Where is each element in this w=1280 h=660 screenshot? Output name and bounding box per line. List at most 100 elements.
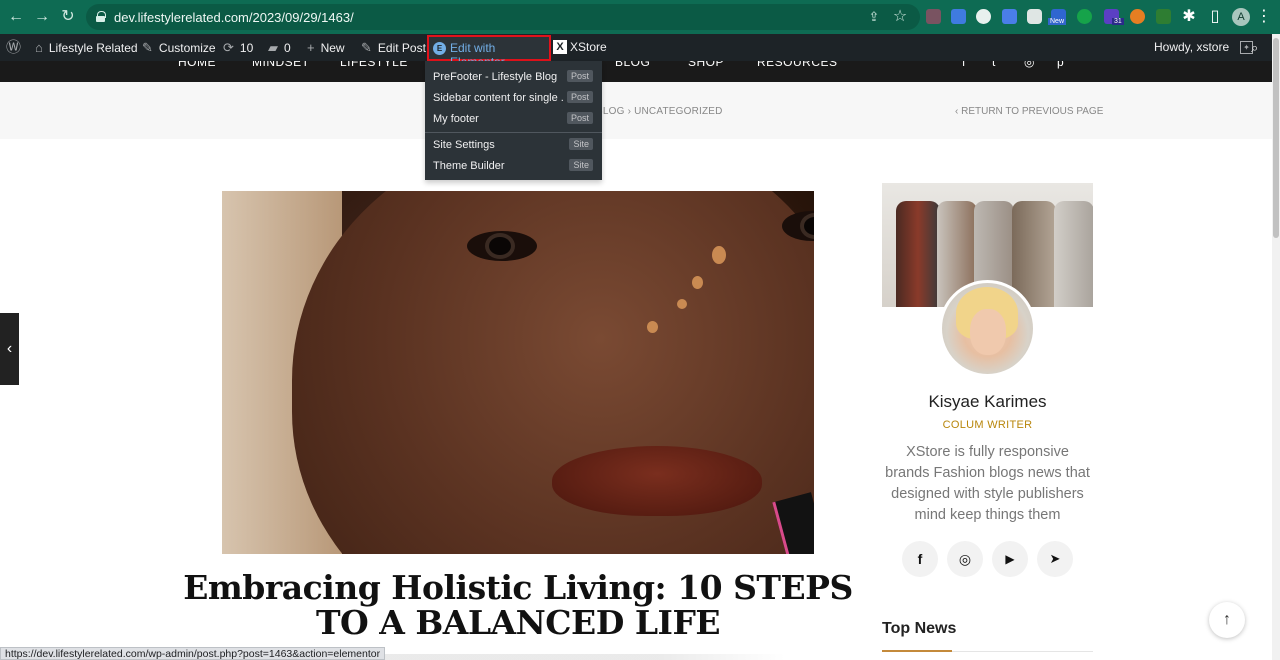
menu-item-badge: Post xyxy=(566,91,593,103)
menu-item-site-settings[interactable]: Site Settings Site xyxy=(425,135,602,156)
image-foundation-dot xyxy=(647,321,658,333)
image-lips xyxy=(552,446,762,516)
menu-item-label: Theme Builder xyxy=(433,160,505,172)
share-icon[interactable]: ⇪ xyxy=(864,7,884,27)
facebook-icon[interactable]: f xyxy=(902,541,938,577)
breadcrumb-band: BLOG › UNCATEGORIZED ‹ RETURN TO PREVIOU… xyxy=(0,82,1272,139)
nav-home[interactable]: HOME xyxy=(178,61,216,69)
back-icon[interactable]: ← xyxy=(6,7,26,27)
previous-post-arrow[interactable]: ‹ xyxy=(0,313,19,385)
scrollbar-thumb[interactable] xyxy=(1273,38,1279,238)
customize-label: Customize xyxy=(158,41,216,55)
reload-icon[interactable]: ↻ xyxy=(58,7,78,27)
menu-icon[interactable]: ⋮ xyxy=(1254,7,1274,27)
heading-underline xyxy=(882,650,952,652)
orange-extension-icon[interactable] xyxy=(1130,9,1145,24)
site-header: HOME MINDSET LIFESTYLE BLOG SHOP RESOURC… xyxy=(0,61,1272,82)
menu-item-prefooter[interactable]: PreFooter - Lifestyle Blog Post xyxy=(425,67,602,88)
top-news-heading: Top News xyxy=(882,620,957,637)
nav-mindset[interactable]: MINDSET xyxy=(252,61,310,69)
author-name: Kisyae Karimes xyxy=(928,392,1047,411)
globe-extension-icon[interactable] xyxy=(976,9,991,24)
scrollbar[interactable] xyxy=(1272,34,1280,660)
header-twitter-icon[interactable]: t xyxy=(992,61,996,69)
edit-post-item[interactable]: ✎ Edit Post xyxy=(361,34,426,61)
url-text[interactable]: dev.lifestylerelated.com/2023/09/29/1463… xyxy=(114,10,354,25)
header-facebook-icon[interactable]: f xyxy=(962,61,966,69)
image-foundation-dot xyxy=(677,299,687,309)
menu-item-badge: Post xyxy=(566,70,593,82)
new-badge: New xyxy=(1048,18,1067,25)
star-icon[interactable]: ☆ xyxy=(890,7,910,27)
header-pinterest-icon[interactable]: p xyxy=(1057,61,1064,69)
author-bio: XStore is fully responsive brands Fashio… xyxy=(885,444,1090,523)
youtube-icon[interactable]: ▶ xyxy=(992,541,1028,577)
menu-item-my-footer[interactable]: My footer Post xyxy=(425,109,602,130)
lock-icon[interactable] xyxy=(96,11,106,22)
return-to-previous-link[interactable]: ‹ RETURN TO PREVIOUS PAGE xyxy=(955,106,1103,117)
updates-count: 10 xyxy=(239,41,254,55)
xstore-logo-icon: X xyxy=(553,40,567,54)
menu-item-badge: Post xyxy=(566,112,593,124)
image-eye xyxy=(467,231,537,261)
menu-item-sidebar-content[interactable]: Sidebar content for single ... Post xyxy=(425,88,602,109)
comments-item[interactable]: ▰ 0 xyxy=(268,34,291,61)
menu-item-badge: Site xyxy=(569,159,593,171)
post-featured-image xyxy=(222,191,814,554)
side-panel-icon[interactable]: ▯ xyxy=(1205,7,1225,27)
browser-toolbar: ← → ↻ dev.lifestylerelated.com/2023/09/2… xyxy=(0,0,1280,34)
menu-item-badge: Site xyxy=(569,138,593,150)
new-item[interactable]: + New xyxy=(307,34,345,61)
translate-extension-icon[interactable] xyxy=(1002,9,1017,24)
status-bar-link: https://dev.lifestylerelated.com/wp-admi… xyxy=(0,647,386,660)
tools-extension-icon[interactable] xyxy=(1156,9,1171,24)
new-label: New xyxy=(320,41,345,55)
menu-item-label: Site Settings xyxy=(433,139,495,151)
grammarly-icon[interactable] xyxy=(1077,9,1092,24)
image-coat xyxy=(1054,201,1093,307)
customize-item[interactable]: ✎ Customize xyxy=(142,34,216,61)
search-icon[interactable]: ⌕ xyxy=(1251,34,1258,61)
menu-item-theme-builder[interactable]: Theme Builder Site xyxy=(425,156,602,177)
telegram-icon[interactable]: ➤ xyxy=(1037,541,1073,577)
updates-icon: ⟳ xyxy=(223,40,234,55)
back-to-top-button[interactable]: ↑ xyxy=(1209,602,1245,638)
menu-item-label: Sidebar content for single ... xyxy=(433,92,563,104)
menu-item-label: PreFooter - Lifestyle Blog xyxy=(433,71,558,83)
brush-icon: ✎ xyxy=(142,40,153,55)
instagram-icon[interactable]: ◎ xyxy=(947,541,983,577)
site-name-label: Lifestyle Related xyxy=(48,41,138,55)
breadcrumb[interactable]: BLOG › UNCATEGORIZED xyxy=(596,106,723,117)
elementor-icon: E xyxy=(433,42,446,55)
site-name-item[interactable]: ⌂ Lifestyle Related xyxy=(35,34,138,61)
calendar-badge: 31 xyxy=(1112,18,1124,25)
xstore-item[interactable]: XStore xyxy=(570,34,607,61)
header-instagram-icon[interactable]: ◎ xyxy=(1024,61,1035,69)
address-bar[interactable]: dev.lifestylerelated.com/2023/09/29/1463… xyxy=(86,4,920,30)
author-role: COLUM WRITER xyxy=(942,419,1033,431)
plus-icon: + xyxy=(307,40,315,55)
nav-resources[interactable]: RESOURCES xyxy=(757,61,838,69)
profile-icon[interactable]: A xyxy=(1232,8,1250,26)
edit-with-elementor-item[interactable]: E Edit with Elementor xyxy=(427,35,551,69)
extensions-icon[interactable]: ✱ xyxy=(1179,7,1199,27)
comments-count: 0 xyxy=(284,41,291,55)
image-foundation-dot xyxy=(712,246,726,264)
extension-icon[interactable] xyxy=(926,9,941,24)
forward-icon[interactable]: → xyxy=(32,7,52,27)
post-title: Embracing Holistic Living: 10 STEPS TO A… xyxy=(183,568,853,642)
updates-item[interactable]: ⟳ 10 xyxy=(223,34,253,61)
docs-extension-icon[interactable] xyxy=(951,9,966,24)
nav-shop[interactable]: SHOP xyxy=(688,61,724,69)
wordpress-logo-icon[interactable]: Ⓦ xyxy=(6,34,21,61)
nav-blog[interactable]: BLOG xyxy=(615,61,650,69)
comment-icon: ▰ xyxy=(268,40,278,55)
author-avatar xyxy=(939,280,1036,377)
pencil-icon: ✎ xyxy=(361,40,372,55)
nav-lifestyle[interactable]: LIFESTYLE xyxy=(340,61,408,69)
howdy-label: Howdy, xstore xyxy=(1154,40,1230,54)
howdy-account-item[interactable]: Howdy, xstore ✦ xyxy=(1154,34,1253,61)
camera-extension-icon[interactable] xyxy=(1027,9,1042,24)
wp-admin-bar: Ⓦ ⌂ Lifestyle Related ✎ Customize ⟳ 10 ▰ 0 +… xyxy=(0,34,1280,69)
elementor-dropdown-menu: PreFooter - Lifestyle Blog Post Sidebar c… xyxy=(425,61,602,180)
